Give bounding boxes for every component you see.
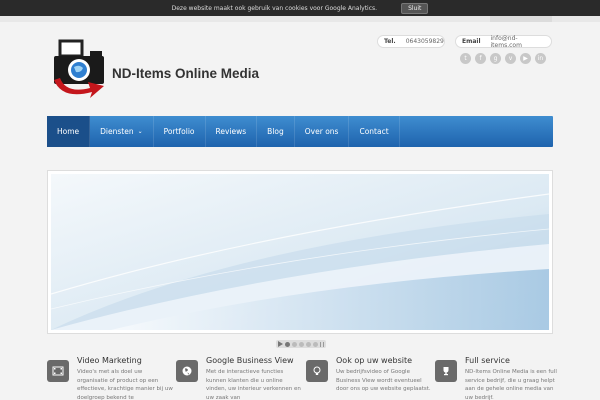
feature-text: Met de interactieve functies kunnen klan… [206,369,301,400]
nav-item-portfolio[interactable]: Portfolio [154,116,206,147]
feature-title[interactable]: Video Marketing [77,356,142,365]
email-pill: Email info@nd-items.com [455,35,552,49]
search-bar[interactable] [490,16,552,22]
twitter-icon[interactable]: t [460,53,471,64]
linkedin-icon[interactable]: in [535,53,546,64]
slide-dot[interactable] [299,341,304,347]
trophy-icon [435,360,457,382]
site-title: ND-Items Online Media [112,66,260,81]
slide-dot[interactable] [285,341,290,347]
feature-full-service: Full service ND-Items Online Media is ee… [435,356,561,400]
vimeo-icon[interactable]: v [505,53,516,64]
nav-item-blog[interactable]: Blog [257,116,295,147]
phone-label: Tel. [384,38,396,45]
slide-dot[interactable] [292,341,297,347]
nav-item-reviews[interactable]: Reviews [206,116,258,147]
nav-item-contact[interactable]: Contact [349,116,400,147]
pause-icon[interactable] [320,341,324,347]
email-value[interactable]: info@nd-items.com [491,35,545,49]
feature-google-business-view: Google Business View Met de interactieve… [176,356,302,400]
feature-title[interactable]: Full service [465,356,510,365]
film-icon [47,360,69,382]
slider-controls [276,340,326,348]
slider-image [51,174,549,330]
feature-text: Uw bedrijfsvideo of Google Business View… [336,369,431,392]
nav-item-over-ons[interactable]: Over ons [295,116,350,147]
hero-slider[interactable] [47,170,553,334]
site-logo[interactable]: ND-Items Online Media [52,38,272,103]
camera-logo-icon [54,39,104,98]
feature-video-marketing: Video Marketing Video's met als doel uw … [47,356,173,400]
nav-item-diensten[interactable]: Diensten ⌄ [90,116,154,147]
feature-website: Ook op uw website Uw bedrijfsvideo of Go… [306,356,432,400]
phone-pill: Tel. 0643059829 [377,35,445,48]
lightbulb-icon [306,360,328,382]
cookie-text: Deze website maakt ook gebruik van cooki… [171,4,378,12]
feature-title[interactable]: Google Business View [206,356,294,365]
play-icon[interactable] [278,341,283,347]
chevron-down-icon: ⌄ [137,128,143,135]
slide-dot[interactable] [306,341,311,347]
google-plus-icon[interactable]: g [490,53,501,64]
top-strip [0,16,600,22]
feature-text: Video's met als doel uw organisatie of p… [77,369,173,400]
feature-text: ND-Items Online Media is een full servic… [465,369,557,400]
cookie-bar: Deze website maakt ook gebruik van cooki… [0,0,600,16]
feature-title[interactable]: Ook op uw website [336,356,412,365]
social-icons: t f g v ▶ in [460,53,546,64]
slide-dot[interactable] [313,341,318,347]
nav-item-home[interactable]: Home [47,116,91,147]
youtube-icon[interactable]: ▶ [520,53,531,64]
phone-value[interactable]: 0643059829 [406,38,444,45]
facebook-icon[interactable]: f [475,53,486,64]
cookie-close-button[interactable]: Sluit [401,2,429,14]
globe-icon [176,360,198,382]
email-label: Email [462,38,481,45]
main-nav: Home Diensten ⌄ Portfolio Reviews Blog O… [47,116,553,147]
